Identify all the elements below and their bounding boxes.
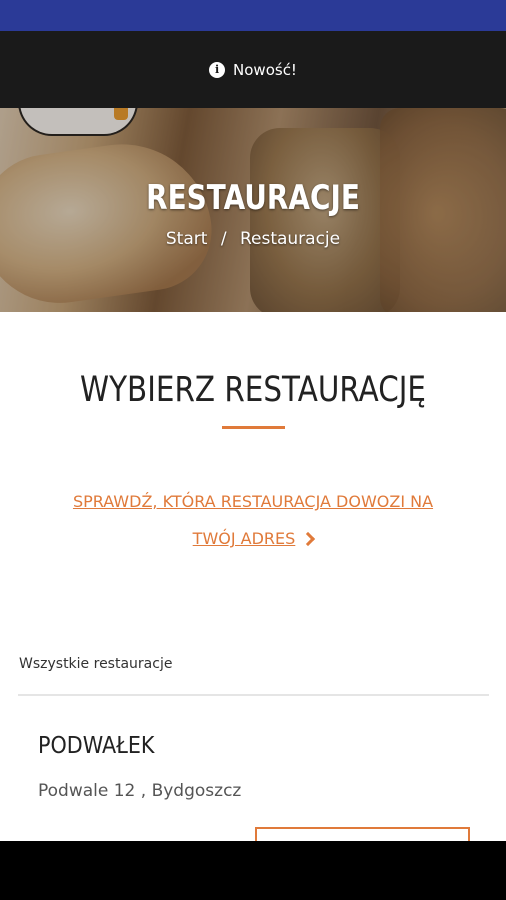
info-icon: i [209,61,226,78]
check-delivery-link[interactable]: SPRAWDŹ, KTÓRA RESTAURACJA DOWOZI NA TWÓ… [40,483,466,557]
all-restaurants-label: Wszystkie restauracje [19,656,173,672]
check-link-line1: SPRAWDŹ, KTÓRA RESTAURACJA DOWOZI NA [72,492,434,511]
status-bar [0,0,506,31]
notice-bar[interactable]: i Nowość! [0,31,506,108]
restaurant-address: Podwale 12 , Bydgoszcz [38,781,242,801]
notice-text: Nowość! [233,60,297,79]
navigation-bar [0,841,506,900]
title-underline [222,426,285,429]
restaurant-name: PODWAŁEK [38,733,155,759]
section-title: WYBIERZ RESTAURACJĘ [80,370,426,410]
breadcrumb-home-link[interactable]: Start [166,229,208,249]
chevron-right-icon [301,531,316,546]
breadcrumb-separator: / [220,229,227,249]
breadcrumb-current: Restauracje [239,229,341,249]
check-link-line2: TWÓJ ADRES [192,529,296,548]
hero-banner: RESTAURACJE Start / Restauracje [0,108,506,312]
breadcrumb: Start / Restauracje [0,229,506,249]
page-title: RESTAURACJE [146,178,360,218]
divider [18,694,489,696]
